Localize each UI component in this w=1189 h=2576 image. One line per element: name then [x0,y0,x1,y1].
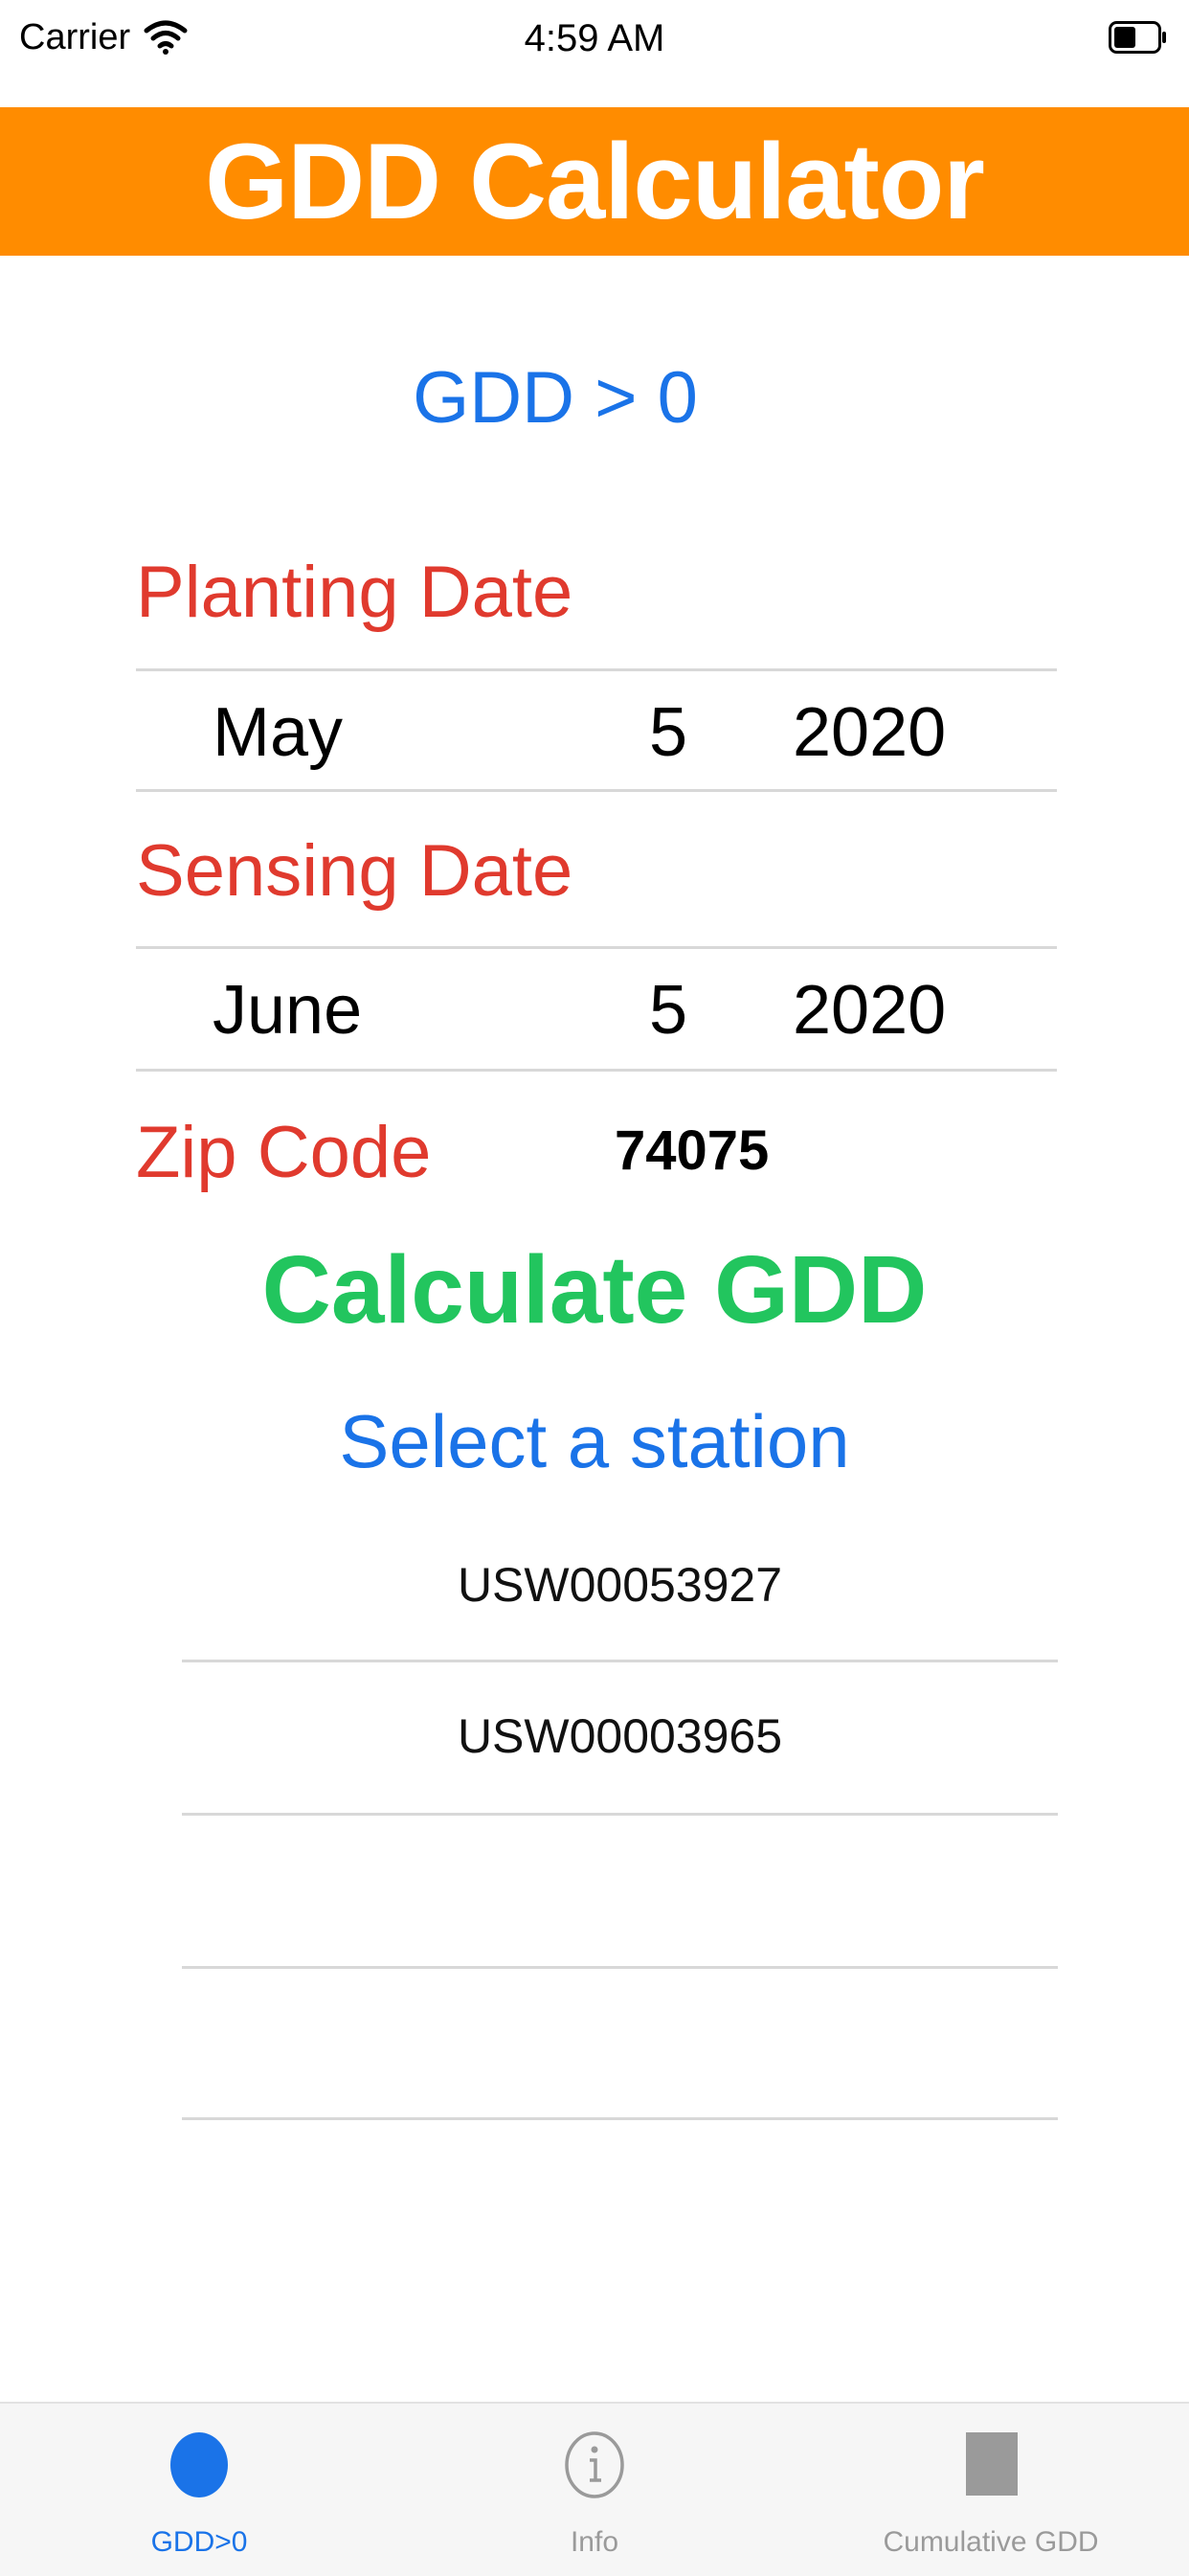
station-row[interactable]: USW00053927 [182,1511,1058,1660]
zip-code-label: Zip Code [136,1112,432,1193]
tab-label: Info [570,2526,619,2558]
tab-bar: GDD>0 Info Cumulative GDD [0,2402,1189,2576]
planting-date-label: Planting Date [136,552,573,633]
mode-label: GDD > 0 [413,357,698,439]
planting-date-picker[interactable]: May 5 2020 [136,672,1057,787]
sensing-day[interactable]: 5 [649,971,687,1050]
app-header: GDD Calculator [0,107,1189,256]
planting-year[interactable]: 2020 [793,693,946,772]
app-title: GDD Calculator [205,122,985,241]
circle-icon [170,2432,228,2497]
zip-code-input[interactable] [613,1111,885,1189]
sensing-date-label: Sensing Date [136,830,573,912]
station-row[interactable]: USW00003965 [182,1662,1058,1811]
station-id: USW00053927 [457,1558,783,1612]
tab-label: GDD>0 [150,2526,248,2558]
sensing-year[interactable]: 2020 [793,971,946,1050]
station-id: USW00003965 [457,1709,783,1763]
sensing-date-picker[interactable]: June 5 2020 [136,950,1057,1067]
select-station-label: Select a station [339,1399,850,1483]
tab-info[interactable]: Info [403,2404,786,2576]
info-icon [565,2431,624,2498]
planting-month[interactable]: May [213,693,343,772]
divider [136,668,1057,671]
divider [136,789,1057,792]
status-bar: Carrier 4:59 AM [0,0,1189,105]
tab-gdd[interactable]: GDD>0 [8,2404,391,2576]
planting-day[interactable]: 5 [649,693,687,772]
sensing-month[interactable]: June [213,971,362,1050]
tab-cumulative-gdd[interactable]: Cumulative GDD [799,2404,1182,2576]
square-icon [966,2432,1018,2496]
clock: 4:59 AM [524,17,665,59]
battery-icon [1109,21,1166,54]
station-row-empty[interactable] [182,1969,1058,2117]
tab-label: Cumulative GDD [883,2526,1099,2558]
divider [136,1069,1057,1072]
station-row-empty[interactable] [182,1816,1058,1964]
divider [136,946,1057,949]
calculate-gdd-button[interactable]: Calculate GDD [0,1235,1189,1345]
divider [182,2117,1058,2120]
